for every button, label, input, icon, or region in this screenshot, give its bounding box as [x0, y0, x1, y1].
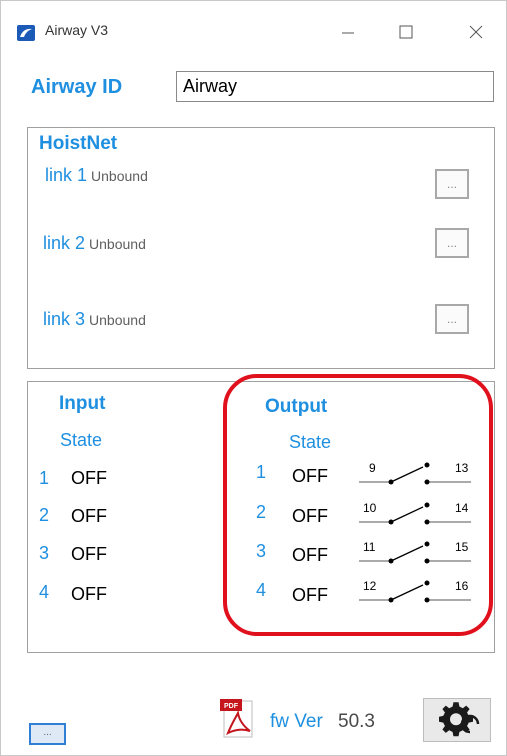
- link-row-1: link 1 Unbound: [45, 165, 148, 186]
- app-logo-icon: [17, 25, 35, 41]
- link-row-3: link 3 Unbound: [43, 309, 146, 330]
- output-state-1: OFF: [292, 466, 328, 486]
- airway-id-input[interactable]: [176, 71, 494, 102]
- title-bar[interactable]: Airway V3: [1, 1, 506, 59]
- input-title: Input: [59, 393, 106, 414]
- output-num-4: 4: [256, 580, 267, 600]
- relay-1-left-terminal: 9: [369, 461, 376, 475]
- link-2-label: link 2: [43, 233, 86, 253]
- input-state-2: OFF: [71, 506, 107, 526]
- input-num-2: 2: [39, 505, 50, 525]
- relay-switch-icon: 10 14: [359, 501, 471, 525]
- relay-switch-icon: 12 16: [359, 579, 471, 603]
- link-1-browse-button[interactable]: ...: [435, 169, 469, 199]
- relay-4-right-terminal: 16: [455, 579, 469, 593]
- link-1-status: Unbound: [91, 168, 148, 184]
- input-num-4: 4: [39, 582, 50, 602]
- link-1-label: link 1: [45, 165, 88, 185]
- input-state-1: OFF: [71, 468, 107, 488]
- minimize-icon[interactable]: [328, 11, 368, 51]
- relay-4-left-terminal: 12: [363, 579, 377, 593]
- output-state-2: OFF: [292, 506, 328, 526]
- maximize-icon[interactable]: [386, 11, 426, 51]
- window-title: Airway V3: [45, 22, 109, 38]
- link-3-label: link 3: [43, 309, 86, 329]
- fw-version-value: 50.3: [338, 711, 375, 732]
- relay-2-right-terminal: 14: [455, 501, 469, 515]
- output-num-1: 1: [256, 462, 267, 482]
- relay-switch-icon: 11 15: [359, 540, 471, 564]
- link-2-browse-button[interactable]: ...: [435, 228, 469, 258]
- settings-button[interactable]: [423, 698, 491, 742]
- close-icon[interactable]: [456, 11, 496, 51]
- small-browse-button[interactable]: ...: [29, 723, 66, 745]
- relay-switch-icon: 9 13: [359, 461, 471, 485]
- link-2-status: Unbound: [89, 236, 146, 252]
- relay-2-left-terminal: 10: [363, 501, 377, 515]
- input-state-header: State: [60, 430, 103, 450]
- input-state-3: OFF: [71, 544, 107, 564]
- relay-3-left-terminal: 11: [363, 540, 376, 554]
- output-state-4: OFF: [292, 585, 328, 605]
- output-num-3: 3: [256, 541, 267, 561]
- output-state-3: OFF: [292, 545, 328, 565]
- link-3-status: Unbound: [89, 312, 146, 328]
- airway-id-label: Airway ID: [31, 76, 123, 98]
- fw-version-label: fw Ver: [270, 711, 323, 732]
- output-title: Output: [265, 396, 328, 417]
- relay-1-right-terminal: 13: [455, 461, 469, 475]
- input-state-4: OFF: [71, 584, 107, 604]
- output-state-header: State: [289, 432, 332, 452]
- pdf-icon[interactable]: PDF: [218, 697, 258, 741]
- app-window: Airway V3 Airway ID HoistNet link 1Unbou…: [0, 0, 507, 756]
- link-3-browse-button[interactable]: ...: [435, 304, 469, 334]
- input-num-3: 3: [39, 543, 50, 563]
- input-num-1: 1: [39, 468, 50, 488]
- relay-3-right-terminal: 15: [455, 540, 469, 554]
- gear-icon: [439, 702, 480, 737]
- link-row-2: link 2 Unbound: [43, 233, 146, 254]
- pdf-icon-label: PDF: [224, 703, 239, 710]
- hoistnet-title: HoistNet: [39, 133, 118, 154]
- output-num-2: 2: [256, 502, 267, 522]
